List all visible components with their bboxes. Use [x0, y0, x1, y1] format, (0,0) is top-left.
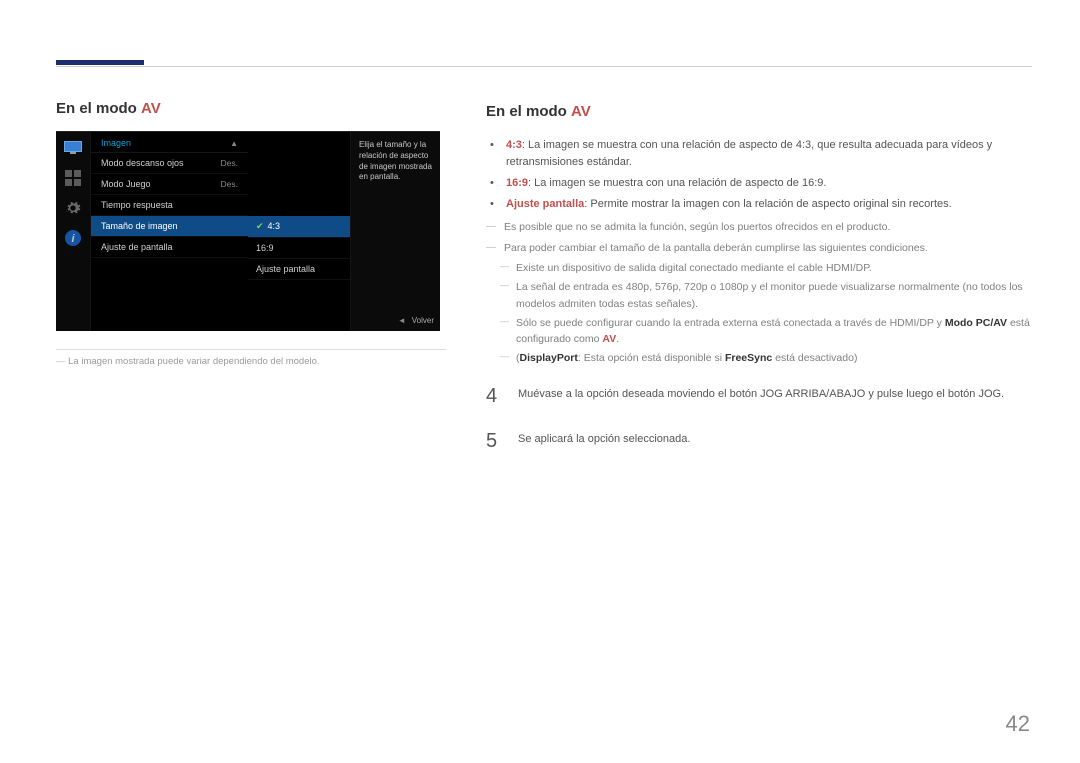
osd-footer: ◄ Volver	[398, 316, 434, 327]
bullet-ajuste: Ajuste pantalla: Permite mostrar la imag…	[502, 196, 1032, 213]
osd-submenu-4-3[interactable]: ✔ 4:3	[248, 216, 350, 238]
display-icon	[63, 140, 83, 156]
step-number: 4	[486, 381, 506, 412]
bold-displayport: DisplayPort	[520, 352, 578, 364]
step-5: 5 Se aplicará la opción seleccionada.	[486, 426, 1032, 457]
bold-freesync: FreeSync	[725, 352, 772, 364]
title-prefix: En el modo	[56, 100, 141, 117]
osd-main-menu: Imagen ▲ Modo descanso ojos Des. Modo Ju…	[90, 132, 248, 331]
bold-modo-pc-av: Modo PC/AV	[945, 317, 1007, 329]
bold-av: AV	[602, 333, 616, 345]
text-fragment: Sólo se puede configurar cuando la entra…	[516, 317, 945, 329]
osd-screenshot: i Imagen ▲ Modo descanso ojos Des. Modo …	[56, 131, 440, 331]
osd-row-tamano-imagen[interactable]: Tamaño de imagen	[91, 216, 248, 237]
osd-submenu-label: 4:3	[268, 221, 281, 231]
osd-submenu-ajuste[interactable]: Ajuste pantalla	[248, 259, 350, 280]
osd-row-modo-descanso[interactable]: Modo descanso ojos Des.	[91, 153, 248, 174]
step-4: 4 Muévase a la opción deseada moviendo e…	[486, 381, 1032, 412]
text-fragment: : Esta opción está disponible si	[578, 352, 725, 364]
osd-row-label: Modo descanso ojos	[101, 158, 184, 168]
text-fragment: está desactivado)	[772, 352, 857, 364]
condition-digital-output: Existe un dispositivo de salida digital …	[486, 260, 1032, 276]
right-section-title: En el modo AV	[486, 100, 1032, 123]
bullet-label: Ajuste pantalla	[506, 198, 584, 210]
osd-row-label: Tiempo respuesta	[101, 200, 173, 210]
left-section-title: En el modo AV	[56, 100, 446, 117]
osd-submenu: ✔ 4:3 16:9 Ajuste pantalla	[248, 132, 350, 331]
bullet-label: 16:9	[506, 177, 528, 189]
osd-submenu-16-9[interactable]: 16:9	[248, 238, 350, 259]
info-icon: i	[63, 230, 83, 246]
title-highlight: AV	[571, 103, 591, 120]
osd-submenu-label: 16:9	[256, 243, 274, 253]
osd-menu-title-text: Imagen	[101, 138, 131, 148]
grid-icon	[63, 170, 83, 186]
note-conditions: Para poder cambiar el tamaño de la panta…	[486, 240, 1032, 256]
osd-row-ajuste-pantalla[interactable]: Ajuste de pantalla	[91, 237, 248, 258]
bullet-text: : La imagen se muestra con una relación …	[506, 139, 992, 168]
check-icon: ✔	[256, 221, 264, 231]
step-text: Se aplicará la opción seleccionada.	[518, 426, 690, 457]
condition-displayport: (DisplayPort: Esta opción está disponibl…	[486, 350, 1032, 366]
text-fragment: .	[616, 333, 619, 345]
step-number: 5	[486, 426, 506, 457]
bullet-label: 4:3	[506, 139, 522, 151]
title-highlight: AV	[141, 100, 161, 117]
right-column: En el modo AV 4:3: La imagen se muestra …	[486, 100, 1032, 457]
gear-icon	[63, 200, 83, 216]
osd-info-text: Elija el tamaño y la relación de aspecto…	[359, 140, 432, 183]
osd-row-tiempo-respuesta[interactable]: Tiempo respuesta	[91, 195, 248, 216]
condition-pc-av: Sólo se puede configurar cuando la entra…	[486, 315, 1032, 348]
bullet-list: 4:3: La imagen se muestra con una relaci…	[486, 137, 1032, 213]
osd-back-label: Volver	[412, 316, 434, 325]
osd-icon-rail: i	[56, 132, 90, 331]
title-prefix: En el modo	[486, 103, 571, 120]
osd-row-label: Tamaño de imagen	[101, 221, 178, 231]
page-content: En el modo AV i Imagen	[0, 0, 1080, 457]
osd-row-label: Modo Juego	[101, 179, 151, 189]
bullet-text: : La imagen se muestra con una relación …	[528, 177, 826, 189]
condition-signal: La señal de entrada es 480p, 576p, 720p …	[486, 279, 1032, 312]
bullet-16-9: 16:9: La imagen se muestra con una relac…	[502, 175, 1032, 192]
osd-info-panel: Elija el tamaño y la relación de aspecto…	[350, 132, 440, 331]
left-column: En el modo AV i Imagen	[56, 100, 446, 457]
page-number: 42	[1006, 711, 1030, 737]
bullet-text: : Permite mostrar la imagen con la relac…	[584, 198, 951, 210]
osd-row-value: Des.	[221, 158, 238, 168]
osd-submenu-label: Ajuste pantalla	[256, 264, 315, 274]
osd-row-value: Des.	[221, 179, 238, 189]
accent-bar	[56, 60, 144, 65]
note-function-support: Es posible que no se admita la función, …	[486, 219, 1032, 235]
scroll-up-icon: ▲	[230, 139, 238, 148]
step-text: Muévase a la opción deseada moviendo el …	[518, 381, 1004, 412]
image-caption: La imagen mostrada puede variar dependie…	[56, 349, 446, 367]
osd-row-label: Ajuste de pantalla	[101, 242, 173, 252]
bullet-4-3: 4:3: La imagen se muestra con una relaci…	[502, 137, 1032, 171]
osd-menu-title: Imagen ▲	[91, 132, 248, 153]
osd-row-modo-juego[interactable]: Modo Juego Des.	[91, 174, 248, 195]
back-icon: ◄	[398, 316, 406, 325]
header-rule	[56, 66, 1032, 67]
